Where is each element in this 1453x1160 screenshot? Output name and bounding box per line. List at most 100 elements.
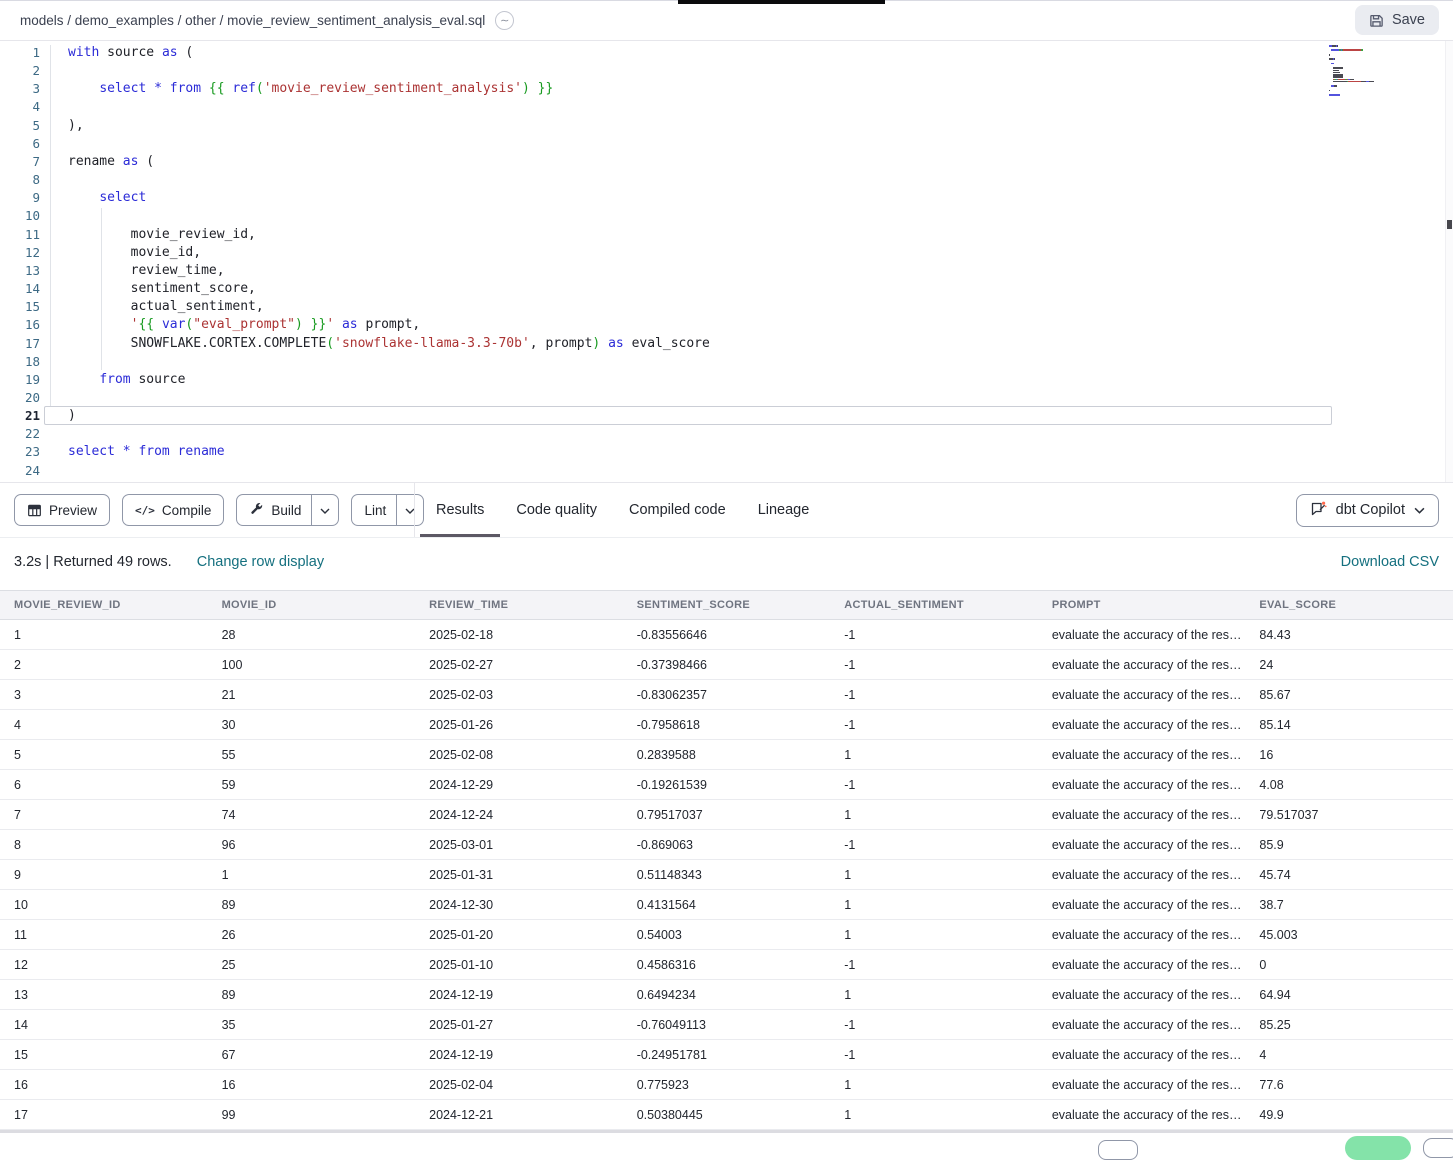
table-cell[interactable]: 0	[1245, 958, 1453, 972]
table-cell[interactable]: -0.24951781	[623, 1048, 831, 1062]
line-number[interactable]: 12	[0, 244, 40, 262]
table-cell[interactable]: 21	[208, 688, 416, 702]
table-cell[interactable]: 2025-01-20	[415, 928, 623, 942]
table-row[interactable]: 912025-01-310.511483431evaluate the accu…	[0, 860, 1453, 890]
code-line[interactable]	[68, 98, 710, 116]
code-line[interactable]	[68, 425, 710, 443]
table-cell[interactable]: -0.83062357	[623, 688, 831, 702]
prompt-cell[interactable]: evaluate the accuracy of the res…›	[1038, 1047, 1246, 1063]
table-cell[interactable]: 28	[208, 628, 416, 642]
code-line[interactable]: ),	[68, 117, 710, 135]
prompt-cell[interactable]: evaluate the accuracy of the res…›	[1038, 627, 1246, 643]
code-line[interactable]: movie_id,	[68, 244, 710, 262]
table-cell[interactable]: 26	[208, 928, 416, 942]
table-cell[interactable]: 89	[208, 898, 416, 912]
tab-results[interactable]: Results	[420, 483, 500, 537]
table-cell[interactable]: 2024-12-24	[415, 808, 623, 822]
table-cell[interactable]: 2024-12-19	[415, 1048, 623, 1062]
line-number[interactable]: 8	[0, 171, 40, 189]
table-cell[interactable]: -1	[830, 1018, 1038, 1032]
table-cell[interactable]: 1	[830, 1108, 1038, 1122]
table-cell[interactable]: 16	[1245, 748, 1453, 762]
prompt-cell[interactable]: evaluate the accuracy of the res…›	[1038, 1107, 1246, 1123]
prompt-cell[interactable]: evaluate the accuracy of the res…›	[1038, 807, 1246, 823]
tab-code-quality[interactable]: Code quality	[500, 483, 613, 537]
table-cell[interactable]: 16	[0, 1078, 208, 1092]
table-cell[interactable]: 0.775923	[623, 1078, 831, 1092]
breadcrumb-path[interactable]: models / demo_examples / other / movie_r…	[20, 13, 485, 28]
table-cell[interactable]: 96	[208, 838, 416, 852]
prompt-cell[interactable]: evaluate the accuracy of the res…›	[1038, 987, 1246, 1003]
line-number[interactable]: 2	[0, 62, 40, 80]
line-number[interactable]: 5	[0, 117, 40, 135]
line-number[interactable]: 16	[0, 316, 40, 334]
table-cell[interactable]: 10	[0, 898, 208, 912]
table-cell[interactable]: 1	[830, 1078, 1038, 1092]
table-cell[interactable]: 24	[1245, 658, 1453, 672]
code-line[interactable]: select * from {{ ref('movie_review_senti…	[68, 80, 710, 98]
line-number[interactable]: 3	[0, 80, 40, 98]
code-line[interactable]	[68, 135, 710, 153]
table-cell[interactable]: 2025-02-03	[415, 688, 623, 702]
prompt-cell[interactable]: evaluate the accuracy of the res…›	[1038, 747, 1246, 763]
table-cell[interactable]: -0.76049113	[623, 1018, 831, 1032]
table-cell[interactable]: 2025-01-31	[415, 868, 623, 882]
table-cell[interactable]: 38.7	[1245, 898, 1453, 912]
table-row[interactable]: 17992024-12-210.503804451evaluate the ac…	[0, 1100, 1453, 1130]
line-number[interactable]: 10	[0, 207, 40, 225]
table-cell[interactable]: 1	[0, 628, 208, 642]
table-row[interactable]: 14352025-01-27-0.76049113-1evaluate the …	[0, 1010, 1453, 1040]
table-cell[interactable]: 2024-12-30	[415, 898, 623, 912]
partial-button[interactable]	[1423, 1138, 1453, 1158]
code-line[interactable]: with source as (	[68, 44, 710, 62]
table-cell[interactable]: 2025-02-27	[415, 658, 623, 672]
table-row[interactable]: 8962025-03-01-0.869063-1evaluate the acc…	[0, 830, 1453, 860]
dbt-copilot-button[interactable]: dbt Copilot	[1296, 494, 1439, 527]
table-cell[interactable]: 30	[208, 718, 416, 732]
change-row-display-link[interactable]: Change row display	[197, 554, 324, 570]
table-cell[interactable]: 2	[0, 658, 208, 672]
table-row[interactable]: 3212025-02-03-0.83062357-1evaluate the a…	[0, 680, 1453, 710]
table-cell[interactable]: -0.869063	[623, 838, 831, 852]
minimap[interactable]	[1329, 45, 1433, 101]
table-cell[interactable]: 13	[0, 988, 208, 1002]
table-cell[interactable]: 1	[830, 808, 1038, 822]
table-cell[interactable]: 14	[0, 1018, 208, 1032]
code-line[interactable]: '{{ var("eval_prompt") }}' as prompt,	[68, 316, 710, 334]
line-number[interactable]: 23	[0, 443, 40, 461]
prompt-cell[interactable]: evaluate the accuracy of the res…›	[1038, 687, 1246, 703]
compile-button[interactable]: </> Compile	[122, 494, 224, 526]
partial-button[interactable]	[1098, 1140, 1138, 1160]
table-row[interactable]: 16162025-02-040.7759231evaluate the accu…	[0, 1070, 1453, 1100]
table-cell[interactable]: 89	[208, 988, 416, 1002]
table-cell[interactable]: 35	[208, 1018, 416, 1032]
table-cell[interactable]: 84.43	[1245, 628, 1453, 642]
code-line[interactable]: sentiment_score,	[68, 280, 710, 298]
prompt-cell[interactable]: evaluate the accuracy of the res…›	[1038, 777, 1246, 793]
breadcrumb[interactable]: models / demo_examples / other / movie_r…	[20, 11, 514, 30]
download-csv-link[interactable]: Download CSV	[1341, 554, 1439, 570]
table-cell[interactable]: 2024-12-19	[415, 988, 623, 1002]
editor-scrollbar-thumb[interactable]	[1447, 220, 1452, 229]
table-cell[interactable]: 59	[208, 778, 416, 792]
build-dropdown-button[interactable]	[311, 495, 338, 525]
table-cell[interactable]: 2024-12-21	[415, 1108, 623, 1122]
line-number[interactable]: 20	[0, 389, 40, 407]
line-number[interactable]: 4	[0, 98, 40, 116]
table-row[interactable]: 1282025-02-18-0.83556646-1evaluate the a…	[0, 620, 1453, 650]
table-row[interactable]: 4302025-01-26-0.7958618-1evaluate the ac…	[0, 710, 1453, 740]
table-cell[interactable]: -1	[830, 1048, 1038, 1062]
line-number[interactable]: 21	[0, 407, 40, 425]
table-row[interactable]: 5552025-02-080.28395881evaluate the accu…	[0, 740, 1453, 770]
table-cell[interactable]: 7	[0, 808, 208, 822]
table-cell[interactable]: 49.9	[1245, 1108, 1453, 1122]
line-number[interactable]: 24	[0, 462, 40, 480]
line-number[interactable]: 18	[0, 353, 40, 371]
prompt-cell[interactable]: evaluate the accuracy of the res…›	[1038, 1017, 1246, 1033]
table-cell[interactable]: 11	[0, 928, 208, 942]
table-cell[interactable]: 0.6494234	[623, 988, 831, 1002]
editor-scrollbar[interactable]	[1445, 41, 1453, 482]
table-cell[interactable]: 1	[830, 748, 1038, 762]
table-cell[interactable]: 15	[0, 1048, 208, 1062]
table-cell[interactable]: 12	[0, 958, 208, 972]
